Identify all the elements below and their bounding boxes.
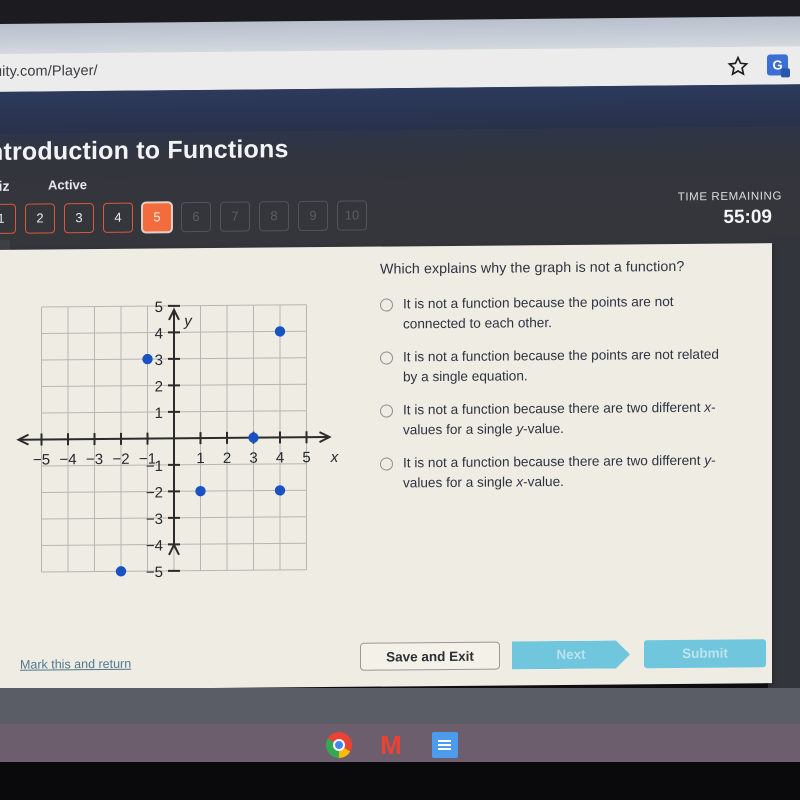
y-axis-tick-label: 3 bbox=[155, 352, 163, 369]
save-and-exit-button[interactable]: Save and Exit bbox=[360, 641, 500, 671]
question-prompt: Which explains why the graph is not a fu… bbox=[380, 258, 685, 278]
x-axis-tick-label: 4 bbox=[276, 449, 284, 466]
question-number-nav[interactable]: 1 2 3 4 5 6 7 8 9 10 bbox=[0, 200, 367, 235]
question-number-9[interactable]: 9 bbox=[298, 200, 328, 232]
question-number-1[interactable]: 1 bbox=[0, 203, 16, 235]
next-button[interactable]: Next bbox=[512, 640, 630, 669]
os-taskbar[interactable]: M bbox=[0, 724, 800, 764]
y-axis-tick-label: 4 bbox=[155, 325, 163, 342]
answer-option-label-c: It is not a function because there are t… bbox=[403, 399, 716, 438]
radio-button-a[interactable] bbox=[380, 298, 393, 312]
answer-option-d[interactable]: It is not a function because there are t… bbox=[380, 450, 775, 493]
x-axis-tick-label: −4 bbox=[59, 451, 76, 468]
question-number-5[interactable]: 5 bbox=[142, 202, 172, 233]
answer-options[interactable]: It is not a function because the points … bbox=[380, 291, 775, 506]
coordinate-graph: −5 −4 −3 −2 −1 1 2 3 4 5 −5 −4 −3 −2 −1 1 2 3 4 5 x y bbox=[4, 255, 360, 618]
question-number-4[interactable]: 4 bbox=[103, 202, 133, 233]
chrome-icon[interactable] bbox=[326, 732, 352, 758]
question-number-3[interactable]: 3 bbox=[64, 203, 94, 234]
x-axis-tick-label: 1 bbox=[196, 450, 204, 467]
y-axis-tick-label: 2 bbox=[155, 378, 163, 395]
x-axis-tick-label: 5 bbox=[302, 449, 310, 466]
answer-option-b[interactable]: It is not a function because the points … bbox=[380, 344, 775, 387]
answer-option-c[interactable]: It is not a function because there are t… bbox=[380, 397, 775, 440]
star-icon[interactable] bbox=[727, 55, 749, 77]
data-point bbox=[195, 485, 206, 497]
desk-surface bbox=[0, 762, 800, 800]
question-number-8[interactable]: 8 bbox=[259, 201, 289, 232]
x-axis-tick-label: −3 bbox=[86, 451, 103, 468]
quiz-content-card: −5 −4 −3 −2 −1 1 2 3 4 5 −5 −4 −3 −2 −1 1 2 3 4 5 x y Which e… bbox=[0, 243, 772, 690]
time-remaining-value: 55:09 bbox=[723, 206, 772, 228]
question-number-7[interactable]: 7 bbox=[220, 201, 250, 232]
data-point bbox=[274, 326, 286, 337]
data-point bbox=[248, 432, 259, 443]
mark-this-and-return-link[interactable]: Mark this and return bbox=[20, 657, 131, 672]
question-number-10[interactable]: 10 bbox=[337, 200, 367, 231]
x-axis-tick-label: 2 bbox=[223, 450, 231, 467]
translate-extension-icon[interactable]: G bbox=[767, 54, 788, 76]
radio-button-c[interactable] bbox=[380, 404, 393, 418]
y-axis-tick-label: −5 bbox=[146, 564, 163, 581]
gmail-icon[interactable]: M bbox=[378, 732, 404, 758]
x-axis-tick-label: −5 bbox=[33, 451, 50, 468]
page-title: ntroduction to Functions bbox=[0, 135, 289, 167]
question-number-6[interactable]: 6 bbox=[181, 201, 211, 233]
radio-button-d[interactable] bbox=[380, 457, 393, 471]
y-axis-tick-label: −1 bbox=[146, 458, 163, 475]
answer-option-label-b: It is not a function because the points … bbox=[403, 346, 719, 385]
url-text[interactable]: uity.com/Player/ bbox=[0, 63, 98, 80]
y-axis-tick-label: −3 bbox=[146, 511, 163, 528]
answer-option-a[interactable]: It is not a function because the points … bbox=[380, 291, 775, 334]
quiz-kind-label: uiz bbox=[0, 177, 10, 194]
y-axis-label: y bbox=[183, 313, 193, 330]
graph-svg: −5 −4 −3 −2 −1 1 2 3 4 5−5−4−3−2−112345xy bbox=[16, 299, 339, 581]
y-axis-tick-label: −4 bbox=[146, 537, 163, 554]
data-point bbox=[115, 566, 127, 577]
answer-option-label-a: It is not a function because the points … bbox=[403, 294, 674, 332]
y-axis-tick-label: 5 bbox=[155, 299, 163, 316]
quiz-header: ntroduction to Functions uiz Active TIME… bbox=[0, 84, 800, 252]
radio-button-b[interactable] bbox=[380, 351, 393, 365]
google-docs-icon[interactable] bbox=[432, 732, 458, 758]
quiz-status-label: Active bbox=[48, 177, 88, 193]
submit-button[interactable]: Submit bbox=[644, 639, 766, 669]
x-axis-label: x bbox=[330, 449, 339, 466]
question-number-2[interactable]: 2 bbox=[25, 203, 55, 234]
y-axis-tick-label: 1 bbox=[155, 405, 163, 422]
data-point bbox=[142, 353, 153, 365]
x-axis-tick-label: −2 bbox=[112, 451, 129, 468]
x-axis-tick-label: 3 bbox=[249, 450, 257, 467]
data-point bbox=[274, 485, 286, 496]
screen-photo: uity.com/Player/ G ntroduction to Functi… bbox=[0, 0, 800, 800]
time-remaining-label: TIME REMAINING bbox=[677, 190, 782, 204]
y-axis-tick-label: −2 bbox=[146, 484, 163, 501]
answer-option-label-d: It is not a function because there are t… bbox=[403, 452, 716, 491]
